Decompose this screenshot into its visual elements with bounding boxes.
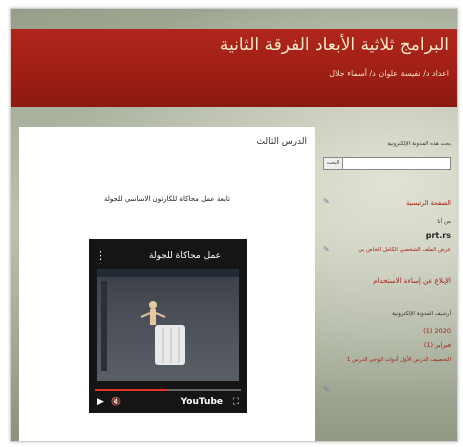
archive-year[interactable]: 2020 (1) xyxy=(423,327,451,335)
archive-label: أرشيف المدونة الإلكترونية xyxy=(392,311,451,317)
character-right-arm xyxy=(155,312,166,318)
post-area: الدرس الثالث تابعة عمل محاكاة للكارتون ا… xyxy=(19,127,315,441)
edit-icon-3[interactable]: ✎ xyxy=(323,385,330,394)
archive-month[interactable]: فبراير (1) xyxy=(424,341,451,349)
browser-page: البرامج ثلاثية الأبعاد الفرقة الثانية اع… xyxy=(10,8,458,442)
profile-label: من أنا xyxy=(437,219,451,225)
volume-icon[interactable]: 🔇 xyxy=(111,397,121,406)
video-progress-fill xyxy=(95,389,168,391)
character-cloth xyxy=(155,325,185,365)
report-abuse-link[interactable]: الإبلاغ عن إساءة الاستخدام xyxy=(373,277,451,285)
video-menu-icon[interactable]: ⋮ xyxy=(95,249,106,262)
blog-title[interactable]: البرامج ثلاثية الأبعاد الفرقة الثانية xyxy=(220,35,449,55)
profile-link[interactable]: عرض الملف الشخصي الكامل الخاص بي xyxy=(358,247,451,253)
embedded-video[interactable]: ⋮ عمل محاكاة للجولة ▶ 🔇 YouTube ⛶ xyxy=(89,239,247,413)
scene-side-panel xyxy=(101,281,107,371)
edit-icon[interactable]: ✎ xyxy=(323,197,330,206)
video-scene xyxy=(101,281,185,371)
play-icon[interactable]: ▶ xyxy=(97,397,104,407)
fullscreen-icon[interactable]: ⛶ xyxy=(233,397,239,407)
character-left-arm xyxy=(140,312,151,318)
search-input[interactable] xyxy=(339,157,451,170)
edit-icon-2[interactable]: ✎ xyxy=(323,245,330,254)
blog-subtitle: اعداد د/ نفيسة علوان د/ أسماء جلال xyxy=(329,69,449,78)
video-title[interactable]: عمل محاكاة للجولة xyxy=(149,251,221,261)
youtube-logo[interactable]: YouTube xyxy=(181,397,223,407)
video-frame[interactable] xyxy=(97,269,239,381)
archive-post-link[interactable]: التحصيف الدرس الأول أدوات الوحي الدرس 1 xyxy=(347,357,451,363)
profile-name[interactable]: prt.rs xyxy=(426,231,451,240)
video-progress-bar[interactable] xyxy=(95,389,241,391)
sidebar: بحث هذه المدونة الإلكترونية البحث الصفحة… xyxy=(317,127,457,441)
character-head xyxy=(149,301,157,309)
post-title[interactable]: الدرس الثالث xyxy=(257,137,307,147)
video-controls: ▶ 🔇 YouTube ⛶ xyxy=(97,397,239,409)
character-body xyxy=(150,309,156,325)
post-text: تابعة عمل محاكاة للكارتون الاساسي للجولة xyxy=(104,195,230,203)
search-button[interactable]: البحث xyxy=(323,157,343,170)
blog-header: البرامج ثلاثية الأبعاد الفرقة الثانية اع… xyxy=(11,29,457,107)
home-link[interactable]: الصفحة الرئيسية xyxy=(406,199,451,207)
search-label: بحث هذه المدونة الإلكترونية xyxy=(387,141,451,147)
